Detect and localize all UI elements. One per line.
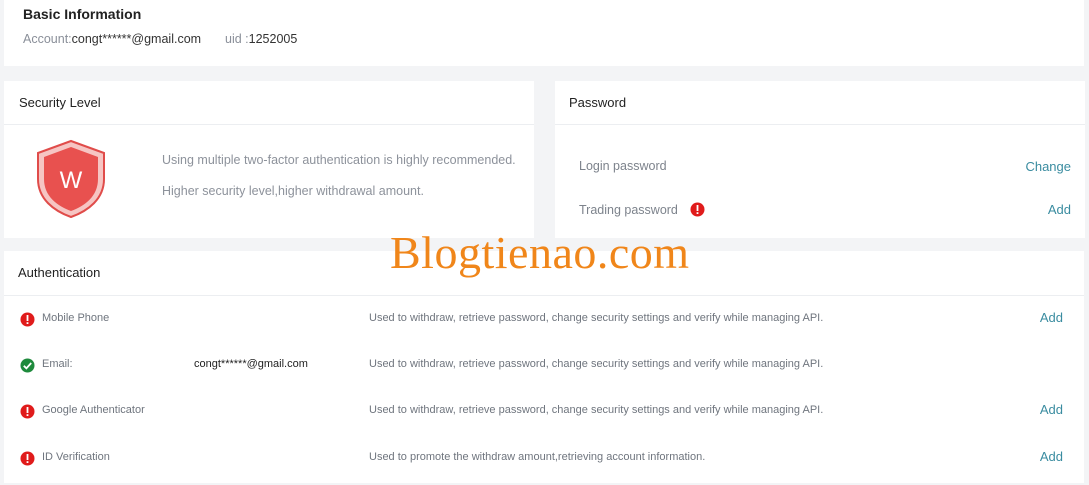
uid-label: uid : (225, 32, 249, 46)
warning-icon (690, 202, 705, 217)
add-id-verification-link[interactable]: Add (1040, 449, 1063, 464)
warning-icon (20, 312, 35, 327)
security-hint-line1: Using multiple two-factor authentication… (162, 153, 516, 167)
authentication-title: Authentication (18, 265, 101, 280)
check-circle-icon (20, 358, 35, 373)
trading-password-label: Trading password (579, 202, 705, 217)
divider (4, 295, 1084, 296)
divider (555, 124, 1085, 125)
auth-description: Used to withdraw, retrieve password, cha… (369, 404, 824, 416)
shield-icon: W (37, 139, 105, 219)
auth-row-google-authenticator: Google Authenticator Used to withdraw, r… (4, 402, 1084, 422)
account-value: congt******@gmail.com (71, 32, 202, 46)
uid-value: 1252005 (248, 32, 298, 46)
add-trading-password-link[interactable]: Add (1048, 202, 1071, 217)
security-hint-line2: Higher security level,higher withdrawal … (162, 184, 424, 198)
auth-description: Used to promote the withdraw amount,retr… (369, 451, 706, 463)
divider (4, 124, 534, 125)
auth-name: ID Verification (42, 451, 110, 463)
shield-letter: W (60, 167, 83, 194)
login-password-label: Login password (579, 159, 667, 173)
add-google-authenticator-link[interactable]: Add (1040, 402, 1063, 417)
basic-information-card: Basic Information Account:congt******@gm… (4, 0, 1084, 66)
auth-row-id-verification: ID Verification Used to promote the with… (4, 449, 1084, 469)
authentication-card: Authentication Mobile Phone Used to with… (4, 251, 1084, 483)
auth-value: congt******@gmail.com (194, 358, 308, 370)
uid-info: uid :1252005 (225, 32, 297, 46)
account-info: Account:congt******@gmail.com (23, 32, 201, 46)
warning-icon (20, 404, 35, 419)
auth-description: Used to withdraw, retrieve password, cha… (369, 312, 824, 324)
auth-row-mobile-phone: Mobile Phone Used to withdraw, retrieve … (4, 310, 1084, 330)
auth-name: Mobile Phone (42, 312, 110, 324)
change-login-password-link[interactable]: Change (1025, 159, 1071, 174)
auth-row-email: Email: congt******@gmail.com Used to wit… (4, 356, 1084, 376)
security-level-title: Security Level (19, 95, 101, 110)
auth-name: Google Authenticator (42, 404, 145, 416)
password-title: Password (569, 95, 627, 110)
basic-information-title: Basic Information (23, 6, 142, 22)
warning-icon (20, 451, 35, 466)
security-level-card: Security Level W Using multiple two-fact… (4, 81, 534, 238)
account-label: Account: (23, 32, 72, 46)
auth-name: Email: (42, 358, 73, 370)
auth-description: Used to withdraw, retrieve password, cha… (369, 358, 824, 370)
add-mobile-phone-link[interactable]: Add (1040, 310, 1063, 325)
trading-password-text: Trading password (579, 203, 678, 217)
password-card: Password Login password Change Trading p… (555, 81, 1085, 238)
